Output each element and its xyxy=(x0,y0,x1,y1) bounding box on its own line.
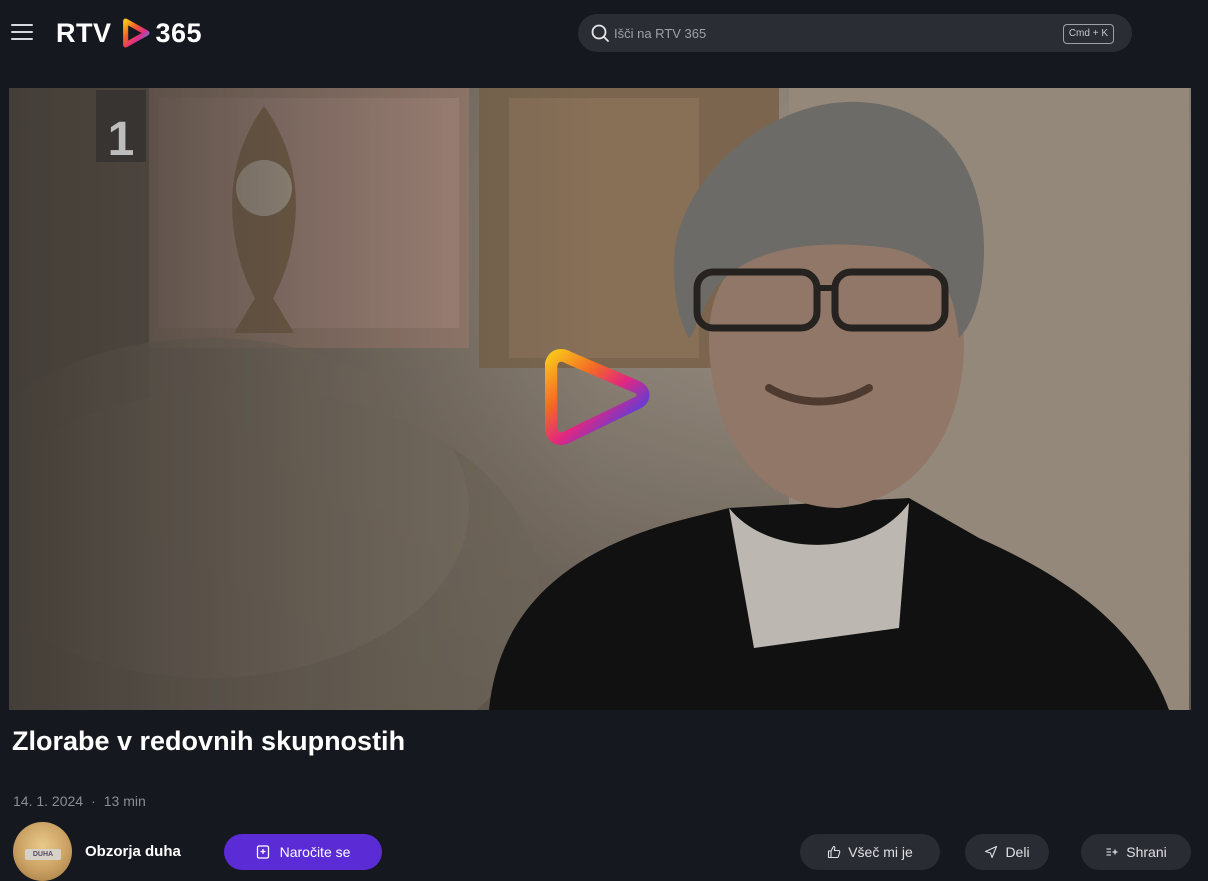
search-input[interactable] xyxy=(614,23,994,43)
video-date: 14. 1. 2024 xyxy=(13,793,84,809)
share-label: Deli xyxy=(1005,844,1030,860)
video-player[interactable]: 1 xyxy=(9,88,1191,710)
search-icon xyxy=(591,24,609,42)
play-icon[interactable] xyxy=(545,342,653,450)
video-duration: 13 min xyxy=(103,793,146,809)
save-icon xyxy=(1106,848,1118,856)
save-label: Shrani xyxy=(1126,844,1167,860)
search-shortcut-badge: Cmd + K xyxy=(1062,24,1114,44)
logo-text-rtv: RTV xyxy=(56,17,112,48)
like-label: Všeč mi je xyxy=(848,844,913,860)
bookmark-plus-icon xyxy=(256,845,269,859)
thumbs-up-icon xyxy=(828,845,841,859)
logo-text-365: 365 xyxy=(155,17,203,48)
search-bar[interactable]: Cmd + K xyxy=(578,14,1132,52)
rtv365-logo[interactable]: RTV 365 xyxy=(56,14,202,52)
channel-name[interactable]: Obzorja duha xyxy=(85,843,181,860)
subscribe-label: Naročite se xyxy=(279,844,351,860)
avatar-label: DUHA xyxy=(25,849,61,860)
meta-separator: · xyxy=(91,793,96,809)
menu-icon[interactable] xyxy=(11,24,33,42)
video-title: Zlorabe v redovnih skupnostih xyxy=(12,726,406,756)
top-bar: RTV 365 Cmd + K xyxy=(0,0,1208,70)
share-icon xyxy=(985,845,998,859)
subscribe-button[interactable]: Naročite se xyxy=(224,834,382,870)
channel-avatar[interactable]: DUHA xyxy=(13,822,72,881)
logo-play-icon xyxy=(122,18,149,48)
like-button[interactable]: Všeč mi je xyxy=(800,834,940,870)
video-meta: 14. 1. 2024 · 13 min xyxy=(13,793,146,809)
channel-badge: 1 xyxy=(96,90,146,166)
save-button[interactable]: Shrani xyxy=(1081,834,1191,870)
share-button[interactable]: Deli xyxy=(965,834,1049,870)
